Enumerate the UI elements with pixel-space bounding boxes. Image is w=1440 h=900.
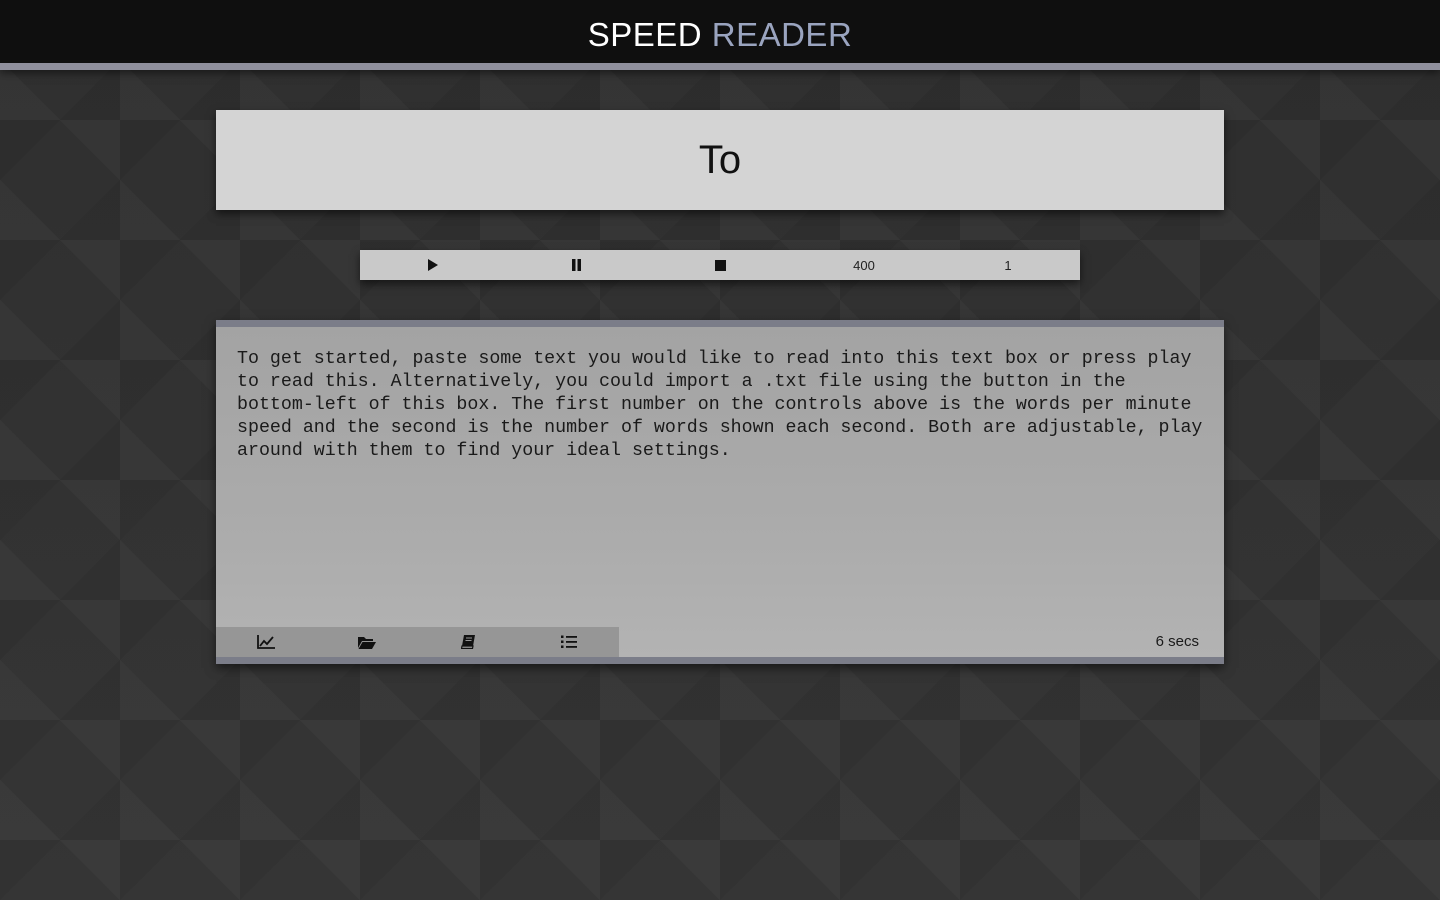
folder-open-icon bbox=[358, 636, 377, 649]
app-title-reader: READER bbox=[711, 16, 853, 53]
stop-icon bbox=[714, 259, 726, 271]
chart-line-icon bbox=[257, 635, 276, 649]
book-icon bbox=[460, 635, 475, 649]
pause-icon bbox=[571, 259, 581, 271]
play-button[interactable] bbox=[360, 250, 504, 280]
current-word: To bbox=[698, 138, 742, 182]
wpm-setting[interactable]: 400 bbox=[792, 250, 936, 280]
app-header: SPEED READER bbox=[0, 0, 1440, 70]
stop-button[interactable] bbox=[648, 250, 792, 280]
word-display: To bbox=[216, 110, 1224, 210]
play-icon bbox=[427, 259, 438, 271]
reading-time-estimate: 6 secs bbox=[1155, 633, 1199, 650]
list-ol-icon bbox=[560, 635, 577, 648]
list-button[interactable] bbox=[518, 627, 619, 657]
text-panel-toolbar bbox=[216, 627, 619, 657]
pause-button[interactable] bbox=[504, 250, 648, 280]
words-per-flash-setting[interactable]: 1 bbox=[936, 250, 1080, 280]
reading-text-input[interactable]: To get started, paste some text you woul… bbox=[237, 348, 1203, 618]
stats-button[interactable] bbox=[216, 627, 317, 657]
app-title: SPEED READER bbox=[588, 16, 853, 54]
library-button[interactable] bbox=[418, 627, 519, 657]
import-file-button[interactable] bbox=[317, 627, 418, 657]
playback-controls: 400 1 bbox=[360, 250, 1080, 280]
app-title-speed: SPEED bbox=[587, 16, 703, 53]
text-panel: To get started, paste some text you woul… bbox=[216, 320, 1224, 664]
